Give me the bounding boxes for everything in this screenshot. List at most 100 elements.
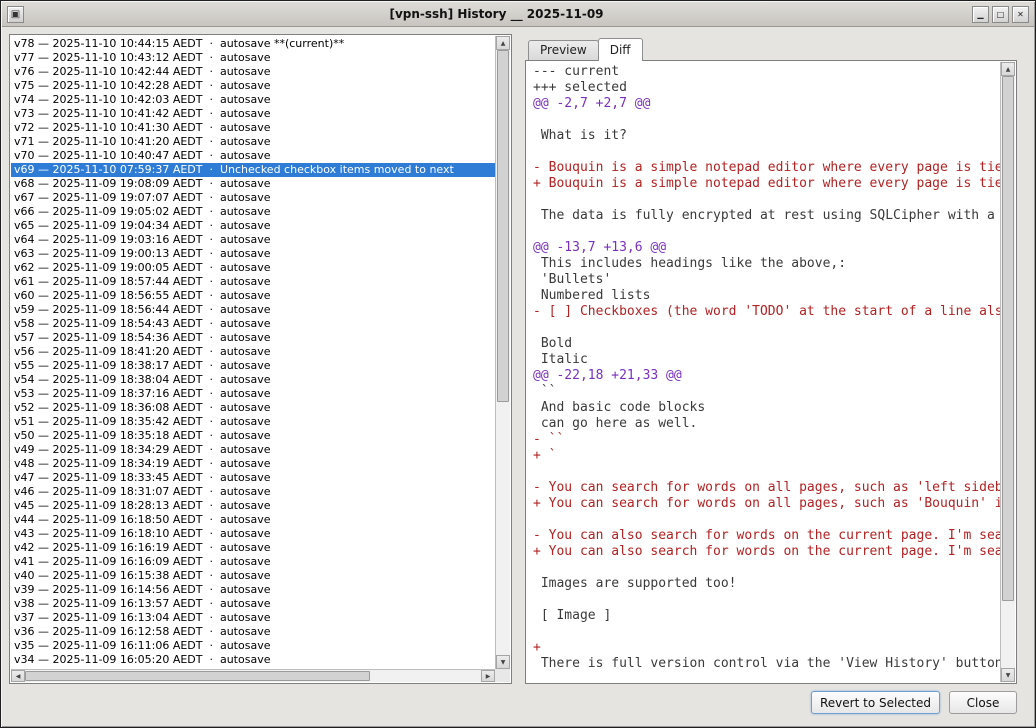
diff-line-hunk: @@ -13,7 +13,6 @@ [533,240,1000,256]
window-menu-icon: ▣ [11,9,20,20]
history-row[interactable]: v65 — 2025-11-09 19:04:34 AEDT · autosav… [11,219,495,233]
diff-line-context: The data is fully encrypted at rest usin… [533,208,1000,224]
history-row[interactable]: v41 — 2025-11-09 16:16:09 AEDT · autosav… [11,555,495,569]
close-dialog-button[interactable]: Close [949,691,1017,714]
history-row[interactable]: v74 — 2025-11-10 10:42:03 AEDT · autosav… [11,93,495,107]
history-row[interactable]: v78 — 2025-11-10 10:44:15 AEDT · autosav… [11,37,495,51]
history-row[interactable]: v66 — 2025-11-09 19:05:02 AEDT · autosav… [11,205,495,219]
scroll-up-button[interactable]: ▲ [1001,62,1015,76]
diff-line-context [533,592,1000,608]
window-menu-button[interactable]: ▣ [7,6,24,23]
history-row[interactable]: v52 — 2025-11-09 18:36:08 AEDT · autosav… [11,401,495,415]
diff-line-context: 'Bullets' [533,272,1000,288]
diff-line-context: This includes headings like the above,: [533,256,1000,272]
diff-line-context [533,512,1000,528]
history-row[interactable]: v43 — 2025-11-09 16:18:10 AEDT · autosav… [11,527,495,541]
diff-line-removed: - `` [533,432,1000,448]
minimize-icon: ▁ [977,10,983,19]
history-row[interactable]: v56 — 2025-11-09 18:41:20 AEDT · autosav… [11,345,495,359]
history-row[interactable]: v36 — 2025-11-09 16:12:58 AEDT · autosav… [11,625,495,639]
scroll-right-button[interactable]: ▶ [481,670,495,682]
history-row[interactable]: v35 — 2025-11-09 16:11:06 AEDT · autosav… [11,639,495,653]
diff-line-context [533,320,1000,336]
history-row[interactable]: v42 — 2025-11-09 16:16:19 AEDT · autosav… [11,541,495,555]
diff-line-context [533,192,1000,208]
diff-line-header: +++ selected [533,80,1000,96]
history-row[interactable]: v67 — 2025-11-09 19:07:07 AEDT · autosav… [11,191,495,205]
history-row[interactable]: v59 — 2025-11-09 18:56:44 AEDT · autosav… [11,303,495,317]
diff-line-context: can go here as well. [533,416,1000,432]
diff-line-hunk: @@ -22,18 +21,33 @@ [533,368,1000,384]
history-row[interactable]: v51 — 2025-11-09 18:35:42 AEDT · autosav… [11,415,495,429]
history-row[interactable]: v70 — 2025-11-10 10:40:47 AEDT · autosav… [11,149,495,163]
maximize-button[interactable]: □ [992,6,1009,23]
diff-line-removed: - You can search for words on all pages,… [533,480,1000,496]
tab-bar: Preview Diff [528,37,642,60]
revert-to-selected-button[interactable]: Revert to Selected [811,691,940,714]
history-row[interactable]: v54 — 2025-11-09 18:38:04 AEDT · autosav… [11,373,495,387]
arrow-right-icon: ▶ [486,673,491,680]
scroll-left-button[interactable]: ◀ [11,670,25,682]
diff-panel: --- current+++ selected@@ -2,7 +2,7 @@ W… [525,60,1017,684]
scrollbar-track[interactable] [1001,76,1015,668]
history-row[interactable]: v58 — 2025-11-09 18:54:43 AEDT · autosav… [11,317,495,331]
history-row[interactable]: v48 — 2025-11-09 18:34:19 AEDT · autosav… [11,457,495,471]
history-row[interactable]: v68 — 2025-11-09 19:08:09 AEDT · autosav… [11,177,495,191]
diff-line-context: What is it? [533,128,1000,144]
scroll-up-button[interactable]: ▲ [496,36,510,50]
history-horizontal-scrollbar[interactable]: ◀ ▶ [11,669,495,682]
history-row[interactable]: v72 — 2025-11-10 10:41:30 AEDT · autosav… [11,121,495,135]
history-row[interactable]: v76 — 2025-11-10 10:42:44 AEDT · autosav… [11,65,495,79]
history-row[interactable]: v47 — 2025-11-09 18:33:45 AEDT · autosav… [11,471,495,485]
scrollbar-thumb[interactable] [1002,76,1014,601]
diff-line-added: + Bouquin is a simple notepad editor whe… [533,176,1000,192]
diff-line-context: Bold [533,336,1000,352]
history-row[interactable]: v64 — 2025-11-09 19:03:16 AEDT · autosav… [11,233,495,247]
history-row[interactable]: v62 — 2025-11-09 19:00:05 AEDT · autosav… [11,261,495,275]
diff-line-context [533,560,1000,576]
history-row[interactable]: v38 — 2025-11-09 16:13:57 AEDT · autosav… [11,597,495,611]
titlebar[interactable]: ▣ [vpn-ssh] History __ 2025-11-09 ▁ □ ✕ [2,2,1034,27]
history-row[interactable]: v57 — 2025-11-09 18:54:36 AEDT · autosav… [11,331,495,345]
diff-line-added: + [533,640,1000,656]
scroll-down-button[interactable]: ▼ [1001,668,1015,682]
scrollbar-thumb[interactable] [497,50,509,402]
history-row[interactable]: v55 — 2025-11-09 18:38:17 AEDT · autosav… [11,359,495,373]
diff-vertical-scrollbar[interactable]: ▲ ▼ [1000,62,1015,682]
history-row[interactable]: v60 — 2025-11-09 18:56:55 AEDT · autosav… [11,289,495,303]
scrollbar-track[interactable] [25,670,481,682]
minimize-button[interactable]: ▁ [972,6,989,23]
scrollbar-track[interactable] [496,50,510,655]
tab-preview[interactable]: Preview [528,40,599,60]
diff-line-header: --- current [533,64,1000,80]
tab-diff[interactable]: Diff [598,38,643,61]
history-row[interactable]: v75 — 2025-11-10 10:42:28 AEDT · autosav… [11,79,495,93]
history-panel: v78 — 2025-11-10 10:44:15 AEDT · autosav… [9,34,512,684]
arrow-up-icon: ▲ [501,40,506,47]
arrow-down-icon: ▼ [501,659,506,666]
history-row[interactable]: v63 — 2025-11-09 19:00:13 AEDT · autosav… [11,247,495,261]
history-row[interactable]: v37 — 2025-11-09 16:13:04 AEDT · autosav… [11,611,495,625]
history-row[interactable]: v77 — 2025-11-10 10:43:12 AEDT · autosav… [11,51,495,65]
history-row[interactable]: v49 — 2025-11-09 18:34:29 AEDT · autosav… [11,443,495,457]
history-row[interactable]: v71 — 2025-11-10 10:41:20 AEDT · autosav… [11,135,495,149]
history-row[interactable]: v50 — 2025-11-09 18:35:18 AEDT · autosav… [11,429,495,443]
diff-line-hunk: @@ -2,7 +2,7 @@ [533,96,1000,112]
history-row-selected[interactable]: v69 — 2025-11-10 07:59:37 AEDT · Uncheck… [11,163,495,177]
history-row[interactable]: v61 — 2025-11-09 18:57:44 AEDT · autosav… [11,275,495,289]
history-row[interactable]: v40 — 2025-11-09 16:15:38 AEDT · autosav… [11,569,495,583]
scrollbar-thumb[interactable] [25,671,370,681]
history-row[interactable]: v39 — 2025-11-09 16:14:56 AEDT · autosav… [11,583,495,597]
history-row[interactable]: v45 — 2025-11-09 18:28:13 AEDT · autosav… [11,499,495,513]
scroll-down-button[interactable]: ▼ [496,655,510,669]
diff-line-context: Images are supported too! [533,576,1000,592]
history-list[interactable]: v78 — 2025-11-10 10:44:15 AEDT · autosav… [11,36,495,669]
diff-line-removed: - You can also search for words on the c… [533,528,1000,544]
history-vertical-scrollbar[interactable]: ▲ ▼ [495,36,510,669]
history-row[interactable]: v34 — 2025-11-09 16:05:20 AEDT · autosav… [11,653,495,667]
history-row[interactable]: v44 — 2025-11-09 16:18:50 AEDT · autosav… [11,513,495,527]
history-row[interactable]: v46 — 2025-11-09 18:31:07 AEDT · autosav… [11,485,495,499]
close-window-button[interactable]: ✕ [1012,6,1029,23]
history-row[interactable]: v73 — 2025-11-10 10:41:42 AEDT · autosav… [11,107,495,121]
history-row[interactable]: v53 — 2025-11-09 18:37:16 AEDT · autosav… [11,387,495,401]
